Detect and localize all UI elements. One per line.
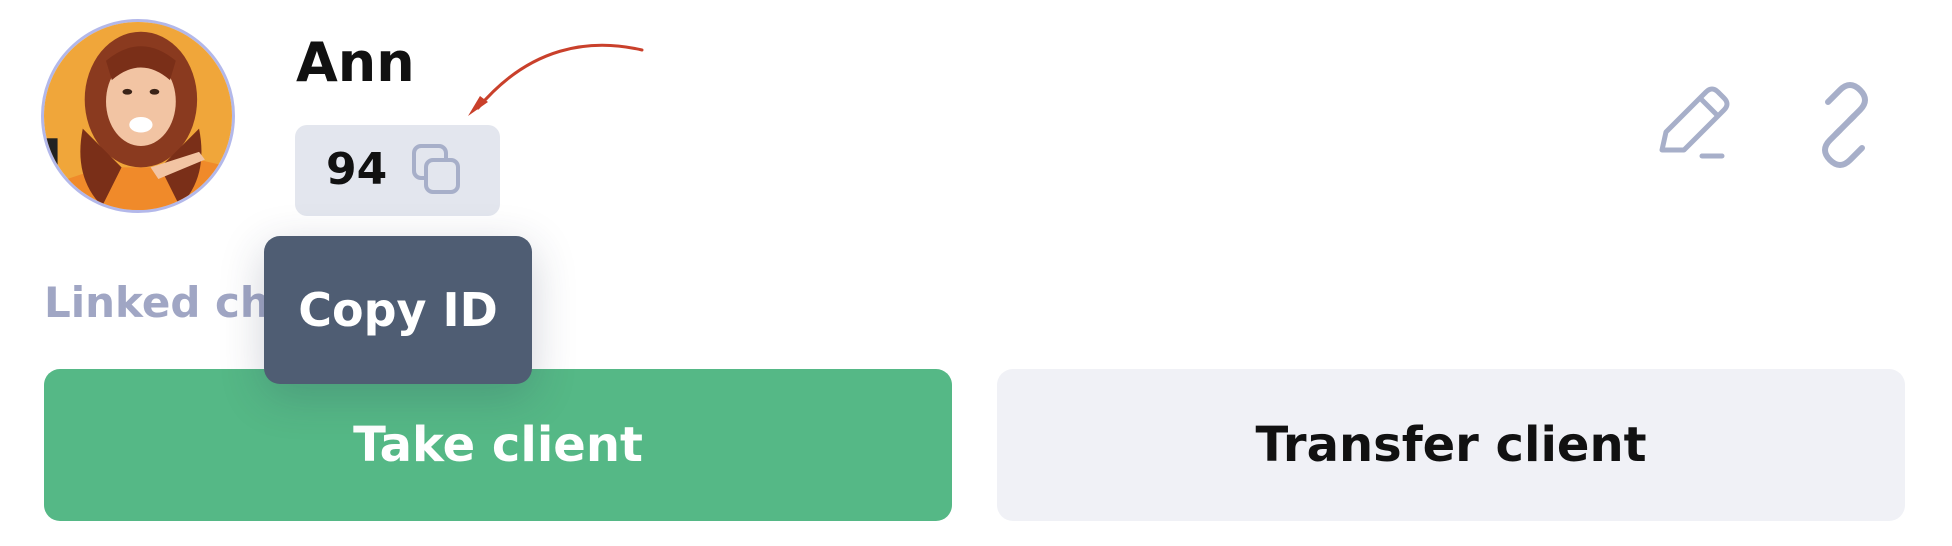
client-avatar — [41, 19, 235, 213]
take-client-button[interactable]: Take client — [44, 369, 952, 521]
pencil-icon[interactable] — [1648, 80, 1738, 170]
transfer-client-button[interactable]: Transfer client — [997, 369, 1905, 521]
curved-arrow-icon — [468, 43, 644, 116]
link-icon[interactable] — [1800, 80, 1890, 170]
client-name: Ann — [296, 31, 415, 94]
copy-id-tooltip: Copy ID — [264, 236, 532, 384]
avatar-photo — [44, 22, 232, 210]
client-id-chip: 94 — [295, 125, 500, 216]
client-id-value: 94 — [326, 144, 388, 195]
copy-icon[interactable] — [409, 143, 465, 199]
